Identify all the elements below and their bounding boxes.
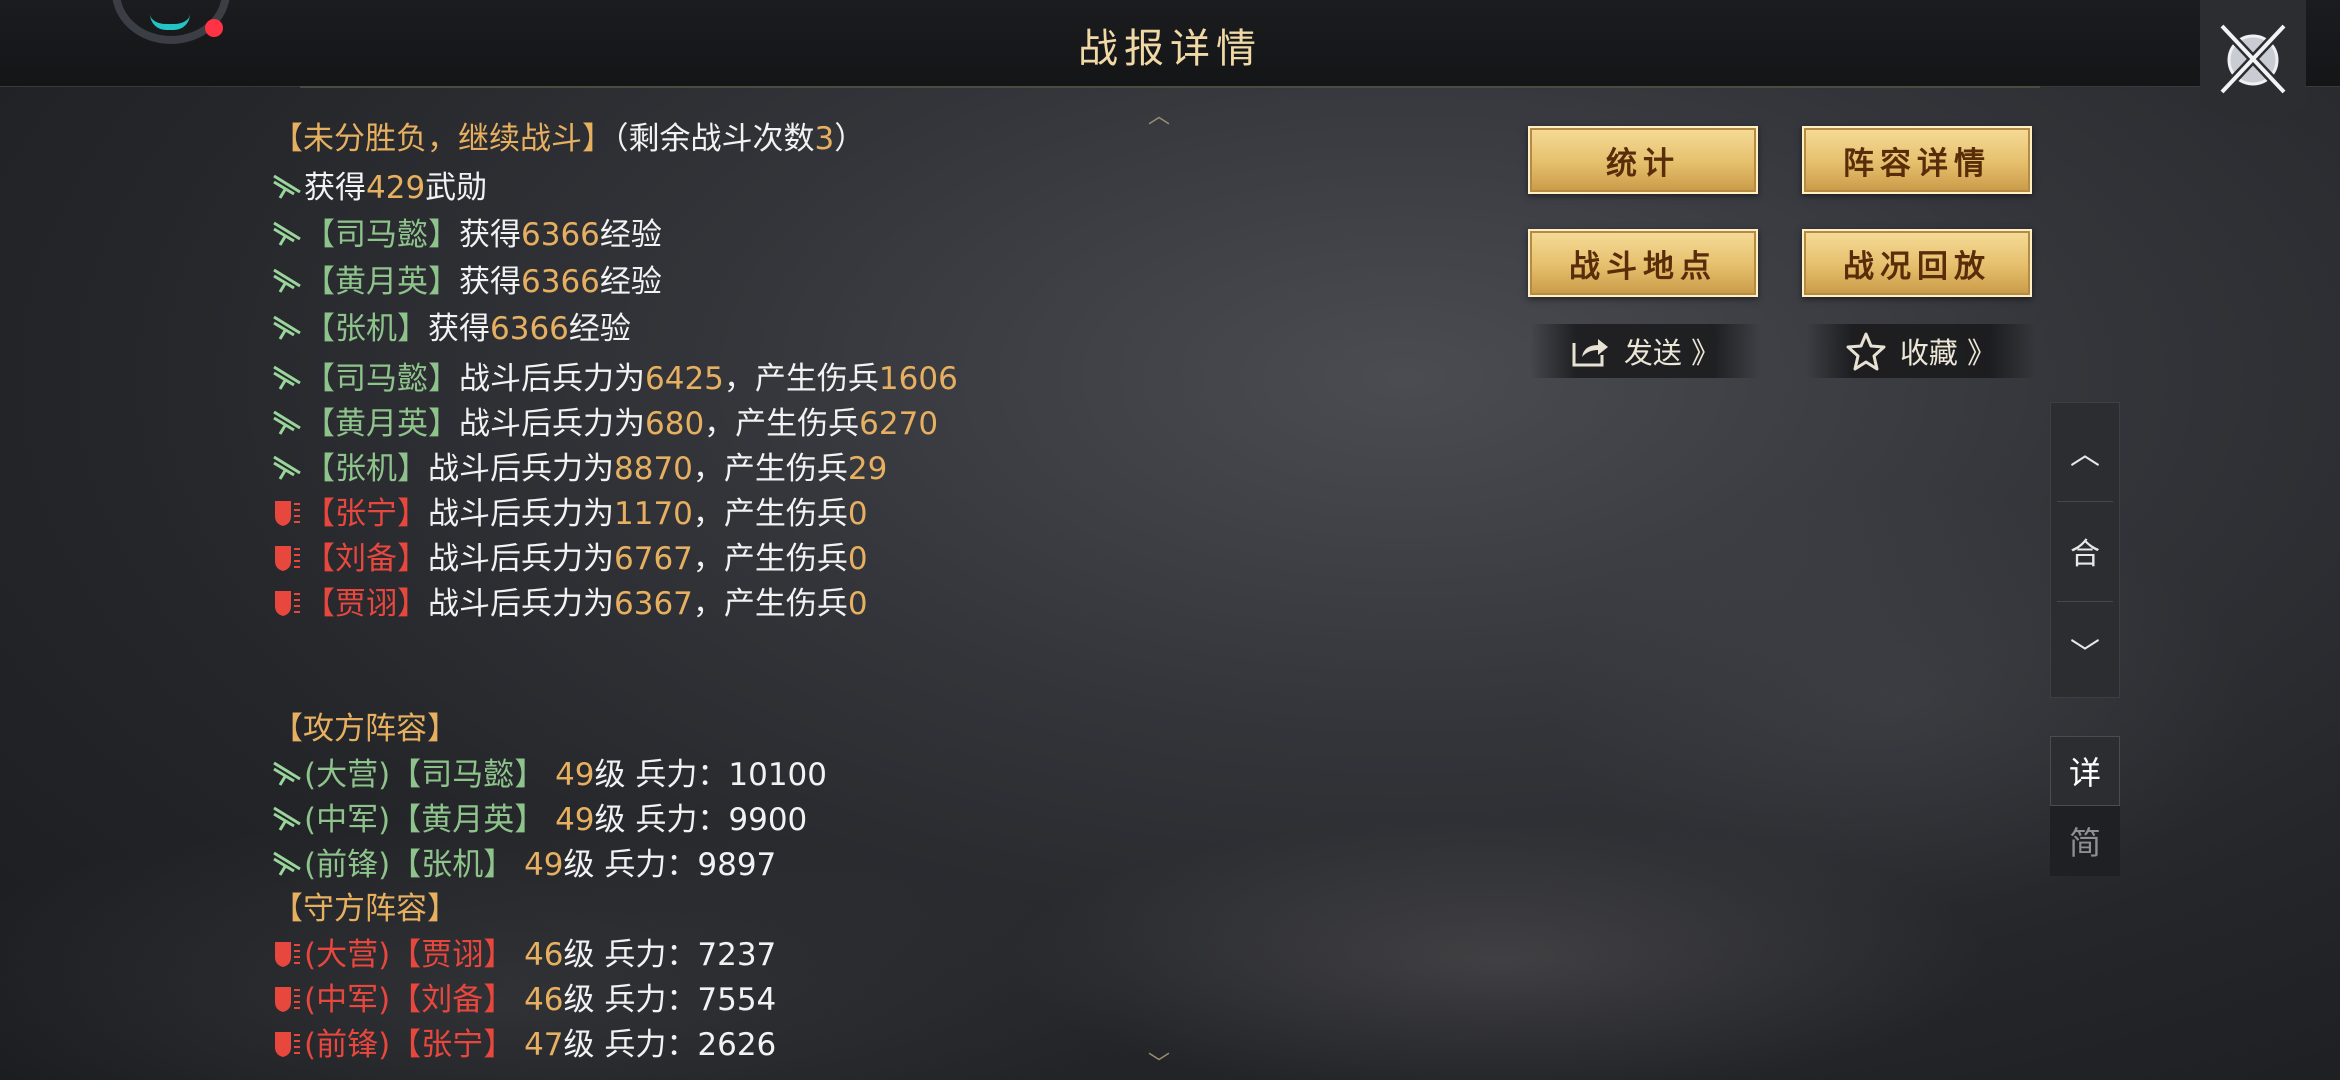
sword-icon	[273, 365, 301, 390]
sword-icon	[273, 410, 301, 435]
divider	[2057, 501, 2113, 502]
crossed-swords-icon	[2218, 22, 2288, 96]
favorite-button[interactable]: 收藏 》	[1806, 324, 2036, 378]
battle-replay-button[interactable]: 战况回放	[1802, 229, 2032, 297]
sword-icon	[273, 455, 301, 480]
troop-line: 【张宁】战斗后兵力为1170，产生伤兵0	[272, 498, 868, 530]
attacker-heading: 【攻方阵容】	[272, 711, 458, 747]
troop-line: 【贾诩】战斗后兵力为6367，产生伤兵0	[272, 588, 868, 620]
battle-result-line: 【未分胜负，继续战斗】（剩余战斗次数3）	[272, 121, 866, 157]
troop-line: 【张机】战斗后兵力为8870，产生伤兵29	[272, 453, 887, 485]
defender-member: (前锋)【张宁】 47级 兵力：2626	[272, 1029, 776, 1061]
attacker-member: (大营)【司马懿】 49级 兵力：10100	[272, 759, 827, 791]
sword-icon	[273, 851, 301, 876]
scroll-down-indicator-icon: ﹀	[1148, 1052, 1171, 1077]
star-icon	[1846, 332, 1886, 371]
simple-view-toggle[interactable]: 简	[2050, 806, 2120, 876]
sword-icon	[273, 268, 301, 293]
sword-icon	[273, 761, 301, 786]
divider	[2057, 601, 2113, 602]
page-title: 战报详情	[1078, 26, 1262, 72]
troop-line: 【黄月英】战斗后兵力为680，产生伤兵6270	[272, 408, 938, 440]
attacker-member: (中军)【黄月英】 49级 兵力：9900	[272, 804, 807, 836]
scroll-down-button[interactable]: ﹀	[2051, 603, 2119, 699]
defender-member: (大营)【贾诩】 46级 兵力：7237	[272, 939, 776, 971]
sword-icon	[273, 806, 301, 831]
share-icon	[1572, 339, 1608, 367]
detail-view-toggle[interactable]: 详	[2050, 736, 2120, 806]
shield-icon	[275, 942, 300, 967]
troop-line: 【刘备】战斗后兵力为6767，产生伤兵0	[272, 543, 868, 575]
defender-heading: 【守方阵容】	[272, 891, 458, 927]
shield-icon	[275, 591, 300, 616]
lineup-details-button[interactable]: 阵容详情	[1802, 126, 2032, 194]
troop-line: 【司马懿】战斗后兵力为6425，产生伤兵1606	[272, 363, 958, 395]
stats-button[interactable]: 统计	[1528, 126, 1758, 194]
attacker-member: (前锋)【张机】 49级 兵力：9897	[272, 849, 776, 881]
shield-icon	[275, 501, 300, 526]
merit-line: 获得429武勋	[272, 172, 487, 204]
exp-line: 【张机】获得6366经验	[272, 313, 631, 345]
shield-icon	[275, 1032, 300, 1057]
shield-icon	[275, 546, 300, 571]
sword-icon	[273, 315, 301, 340]
scroll-up-indicator-icon: ︿	[1148, 104, 1171, 129]
close-button[interactable]	[2200, 0, 2306, 128]
sword-icon	[273, 174, 301, 199]
tab-strip-edge	[300, 86, 2040, 98]
merge-button[interactable]: 合	[2051, 503, 2119, 599]
shield-icon	[275, 987, 300, 1012]
sword-icon	[273, 221, 301, 246]
send-button[interactable]: 发送 》	[1530, 324, 1760, 378]
favorite-label: 收藏 》	[1899, 336, 1997, 370]
top-bar: 战报详情	[0, 0, 2340, 87]
scroll-up-button[interactable]: ︿	[2051, 403, 2119, 499]
exp-line: 【司马懿】获得6366经验	[272, 219, 662, 251]
send-label: 发送 》	[1623, 336, 1721, 370]
defender-member: (中军)【刘备】 46级 兵力：7554	[272, 984, 776, 1016]
exp-line: 【黄月英】获得6366经验	[272, 266, 662, 298]
scroll-panel: ︿ 合 ﹀	[2050, 402, 2120, 698]
battle-location-button[interactable]: 战斗地点	[1528, 229, 1758, 297]
